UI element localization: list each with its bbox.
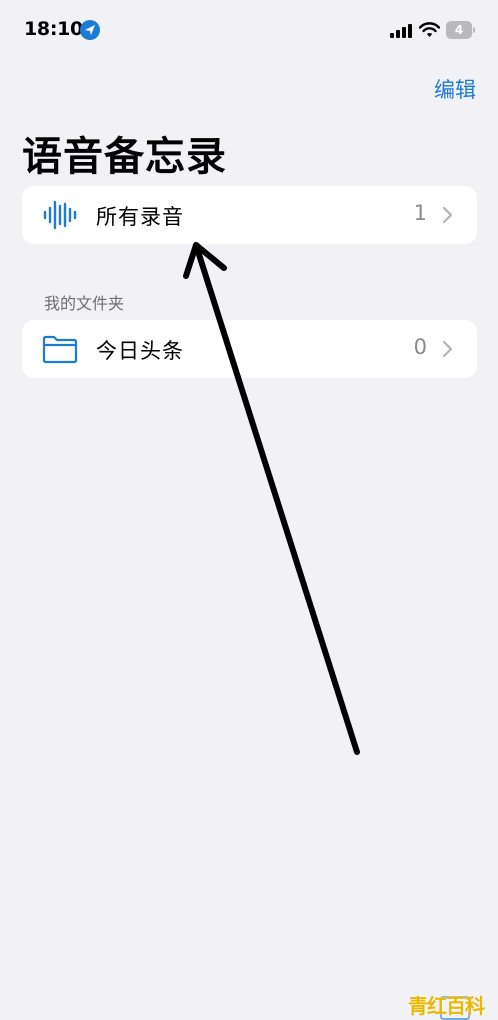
folder-row[interactable]: 今日头条 0 <box>22 320 477 378</box>
folder-label: 今日头条 <box>96 339 184 363</box>
cellular-signal-icon <box>390 24 412 38</box>
watermark: 青红百科 <box>408 994 485 1018</box>
status-time: 18:10 <box>24 18 83 40</box>
edit-button[interactable]: 编辑 <box>434 74 476 104</box>
wifi-icon <box>419 22 440 37</box>
battery-level: 4 <box>446 21 472 39</box>
battery-charging-icon: 4 <box>446 21 476 39</box>
location-arrow-icon <box>80 20 100 40</box>
chevron-right-icon <box>442 206 453 224</box>
page-title: 语音备忘录 <box>22 134 227 180</box>
my-folders-header: 我的文件夹 <box>44 294 125 313</box>
folder-count: 0 <box>413 335 427 359</box>
waveform-icon <box>43 200 77 230</box>
all-recordings-row[interactable]: 所有录音 1 <box>22 186 477 244</box>
folder-icon <box>42 335 78 364</box>
all-recordings-label: 所有录音 <box>96 205 184 229</box>
all-recordings-count: 1 <box>413 201 427 225</box>
chevron-right-icon <box>442 340 453 358</box>
battery-cap <box>473 27 475 33</box>
status-bar: 18:10 4 <box>0 0 498 56</box>
